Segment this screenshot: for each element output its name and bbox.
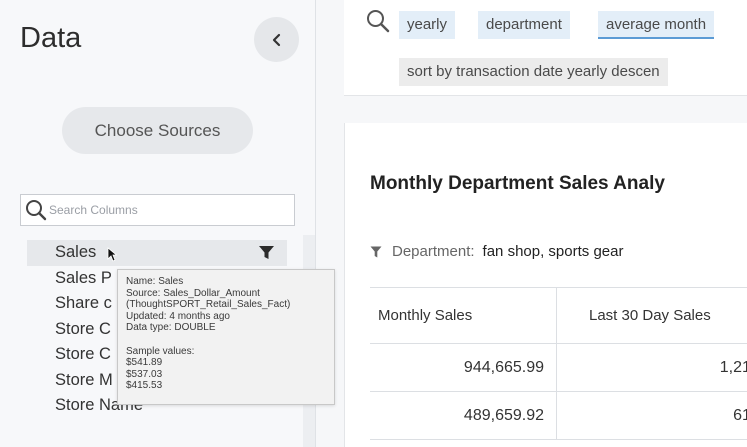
column-item-label: Sales P [55,268,112,287]
tooltip-sample-value: $415.53 [126,380,163,392]
column-info-tooltip: Name: Sales Source: Sales_Dollar_Amount … [117,269,335,405]
column-header-monthly-sales[interactable]: Monthly Sales [370,288,557,343]
filter-value: fan shop, sports gear [482,243,624,260]
table-header: Monthly Sales Last 30 Day Sales [370,287,747,344]
filter-icon[interactable] [258,245,275,260]
table-cell-value: 614,82 [733,406,747,424]
search-token-average-month[interactable]: average month [598,11,715,39]
column-header-last-30-day-sales[interactable]: Last 30 Day Sales [557,288,747,343]
tooltip-sample-value: $541.89 [126,357,163,369]
answer-title: Monthly Department Sales Analy [370,173,665,194]
search-icon [26,200,47,221]
search-icon [367,10,390,33]
tooltip-data-type: Data type: DOUBLE [126,322,216,334]
search-columns-placeholder: Search Columns [49,203,138,217]
tooltip-updated: Updated: 4 months ago [126,310,230,322]
filter-chip[interactable]: Department: fan shop, sports gear [370,243,623,260]
column-item-label: Store C [55,319,111,338]
column-item-label: Store C [55,345,111,363]
tooltip-source-table: (ThoughtSPORT_Retail_Sales_Fact) [126,299,291,311]
search-bar[interactable]: yearly department average month sort by … [344,0,747,96]
search-token-sort[interactable]: sort by transaction date yearly descen [399,58,668,86]
choose-sources-button[interactable]: Choose Sources [62,107,253,154]
answer-panel: Monthly Department Sales Analy Departmen… [344,123,747,447]
chevron-left-icon [272,33,280,46]
table-cell: 944,665.99 [370,344,557,391]
tooltip-sample-header: Sample values: [126,345,195,357]
column-item-label: Store M [55,370,113,389]
mouse-pointer-icon [107,247,117,262]
table-cell: 1,216,62 [557,344,747,391]
column-item-label: Sales [55,243,97,261]
results-table: Monthly Sales Last 30 Day Sales 944,665.… [370,287,747,440]
filter-icon [370,246,382,257]
table-row: 489,659.92 614,82 [370,392,747,440]
column-item-label: Share c [55,294,112,312]
table-row: 944,665.99 1,216,62 [370,344,747,392]
collapse-panel-button[interactable] [254,17,299,62]
tooltip-sample-value: $537.03 [126,368,163,380]
filter-label: Department: [392,243,475,260]
table-cell: 614,82 [557,392,747,439]
panel-title: Data [20,22,82,54]
search-token-department[interactable]: department [478,11,570,39]
search-columns-input[interactable]: Search Columns [20,194,295,226]
search-token-yearly[interactable]: yearly [399,11,456,39]
column-item-sales[interactable]: Sales [27,240,287,266]
tooltip-source: Source: Sales_Dollar_Amount [126,287,260,299]
table-cell: 489,659.92 [370,392,557,439]
tooltip-name: Name: Sales [126,276,184,287]
table-cell-value: 1,216,62 [719,358,747,376]
